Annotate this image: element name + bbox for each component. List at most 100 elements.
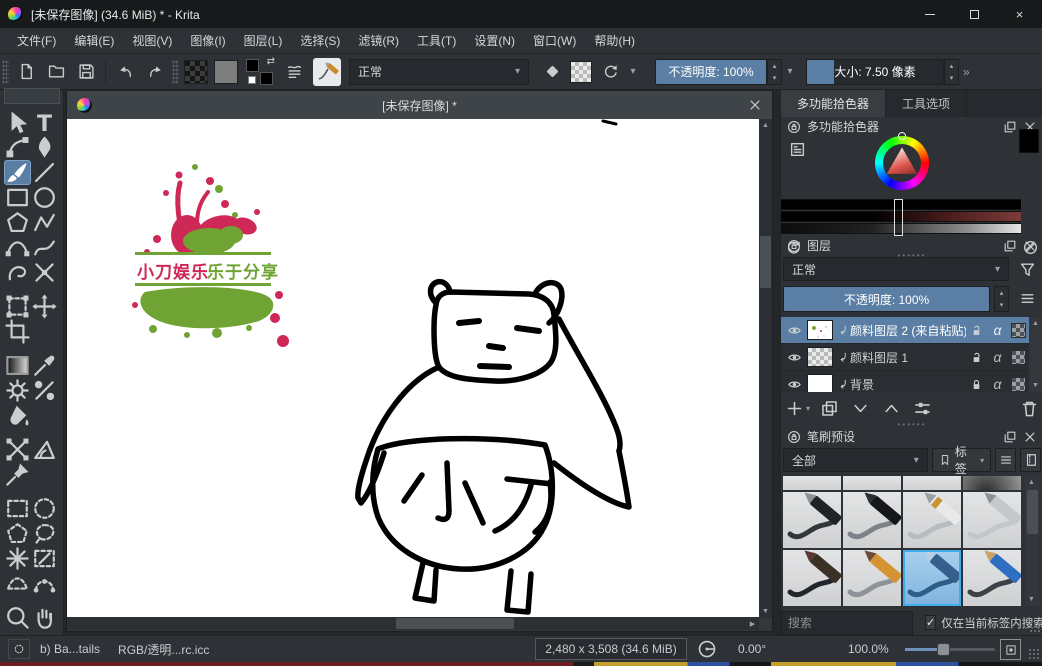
color-history-bars[interactable] (781, 199, 1021, 235)
pattern-chooser[interactable] (214, 60, 238, 84)
tool-pan[interactable] (31, 605, 58, 630)
layer-list-scrollbar[interactable]: ▲ ▼ (1029, 317, 1042, 392)
vertical-scrollbar[interactable]: ▲ ▼ (759, 119, 772, 618)
horizontal-scrollbar[interactable]: ▶ (67, 617, 759, 630)
tool-zoom[interactable] (4, 605, 31, 630)
toolbar-grip[interactable] (172, 60, 179, 84)
brush-preset-pencil-blue[interactable] (963, 550, 1021, 606)
layer-visibility-toggle[interactable] (781, 377, 807, 392)
docker-tab-0[interactable]: 多功能拾色器 (781, 90, 886, 117)
scroll-up-arrow[interactable]: ▲ (1029, 317, 1042, 330)
image-size-memory[interactable]: 2,480 x 3,508 (34.6 MiB) (535, 638, 687, 660)
brush-preset-paintbrush-dark[interactable] (783, 550, 841, 606)
tool-select-magic[interactable] (4, 546, 31, 571)
color-selector-settings-button[interactable] (787, 139, 807, 159)
edit-brush-settings-button[interactable] (279, 58, 309, 86)
add-layer-dropdown[interactable]: ▾ (806, 404, 810, 413)
brush-preset-pen-silver[interactable] (963, 492, 1021, 548)
maximize-button[interactable] (952, 0, 997, 28)
menu-item-7[interactable]: 工具(T) (408, 28, 465, 54)
docker-tab-1[interactable]: 工具选项 (886, 90, 967, 117)
menu-item-4[interactable]: 图层(L) (235, 28, 292, 54)
brush-search-input[interactable] (781, 611, 913, 635)
tool-select-bezier[interactable] (4, 571, 31, 596)
layer-thumbnail[interactable] (807, 320, 833, 340)
tool-smart-patch[interactable] (31, 378, 58, 403)
open-button[interactable] (41, 58, 71, 86)
brush-list-menu-button[interactable] (995, 448, 1016, 472)
eraser-mode-button[interactable] (537, 58, 567, 86)
zoom-slider[interactable] (905, 648, 995, 651)
tool-select-magnetic[interactable] (31, 571, 58, 596)
scroll-down-arrow[interactable]: ▼ (759, 605, 772, 618)
toolbox-drag-header[interactable] (4, 88, 60, 104)
tool-dynamic-brush[interactable] (4, 260, 31, 285)
layer-lock-toggle[interactable] (966, 378, 987, 391)
size-spinner[interactable]: ▴▾ (944, 59, 959, 85)
tool-text[interactable]: T (31, 110, 58, 135)
layer-name[interactable]: 背景 (850, 376, 966, 393)
menu-item-9[interactable]: 窗口(W) (524, 28, 585, 54)
subwindow-close-button[interactable] (746, 96, 764, 114)
layer-row-1[interactable]: 颜料图层 1α (781, 344, 1029, 371)
undo-button[interactable] (110, 58, 140, 86)
minimize-button[interactable] (907, 0, 952, 28)
hue-handle[interactable] (898, 132, 906, 140)
close-docker-icon[interactable] (1023, 239, 1037, 253)
menu-item-3[interactable]: 图像(I) (181, 28, 234, 54)
brush-preset-gel-pen-white[interactable] (903, 492, 961, 548)
brush-scroll-thumb[interactable] (1027, 490, 1038, 534)
tool-color-picker[interactable] (31, 353, 58, 378)
toolbar-overflow-button[interactable]: » (963, 65, 970, 79)
tool-rectangle[interactable] (4, 185, 31, 210)
canvas[interactable]: 小刀娱乐 乐于分享 (67, 119, 759, 618)
duplicate-layer-button[interactable] (820, 399, 839, 418)
tool-freehand-brush[interactable] (4, 160, 31, 185)
inherit-alpha-toggle[interactable] (1008, 377, 1029, 392)
delete-layer-button[interactable] (1020, 399, 1039, 418)
brush-preset-eraser-dots[interactable] (843, 476, 901, 490)
resize-grip[interactable] (1029, 621, 1041, 633)
brush-filter-dropdown[interactable]: 全部 ▾ (783, 448, 928, 472)
scroll-up-arrow[interactable]: ▲ (759, 119, 772, 132)
subwindow-title-bar[interactable]: [未保存图像] * (67, 91, 772, 119)
size-slider[interactable]: 大小: 7.50 像素 (806, 59, 944, 85)
scroll-right-arrow[interactable]: ▶ (746, 617, 759, 630)
tool-edit-shapes[interactable] (4, 135, 31, 160)
layer-lock-toggle[interactable] (966, 351, 987, 364)
menu-item-8[interactable]: 设置(N) (465, 28, 524, 54)
tool-select-freehand[interactable] (31, 521, 58, 546)
tool-freehand-path[interactable] (31, 235, 58, 260)
brush-preset-eraser-round[interactable] (783, 476, 841, 490)
brush-grid-scrollbar[interactable]: ▲ ▼ (1025, 476, 1039, 606)
layer-row-0[interactable]: 颜料图层 2 (来自粘贴)α (781, 317, 1029, 344)
canvas-angle-value[interactable]: 0.00° (738, 642, 766, 656)
layer-filter-button[interactable] (1013, 257, 1041, 281)
new-document-button[interactable] (11, 58, 41, 86)
move-layer-up-button[interactable] (882, 399, 901, 418)
horizontal-scroll-thumb[interactable] (396, 618, 514, 629)
blend-mode-dropdown[interactable]: 正常 ▾ (349, 59, 529, 85)
layer-opacity-spinner[interactable]: ▴▾ (994, 286, 1009, 312)
add-layer-button[interactable] (785, 399, 804, 418)
inherit-alpha-toggle[interactable] (1008, 323, 1029, 338)
canvas-rotation-dial[interactable] (697, 639, 717, 659)
inherit-alpha-toggle[interactable] (1008, 350, 1029, 365)
layer-opacity-slider[interactable]: 不透明度: 100% (783, 286, 990, 312)
tool-bezier-curve[interactable] (4, 235, 31, 260)
layer-thumbnail[interactable] (807, 374, 833, 392)
tool-select-rectangular[interactable] (4, 496, 31, 521)
brush-preset-eraser-band[interactable] (903, 476, 961, 490)
brush-preset-ink-pen-black[interactable] (783, 492, 841, 548)
color-bar-handle[interactable] (894, 199, 903, 236)
color-profile[interactable]: RGB/透明...rc.icc (118, 641, 209, 658)
alpha-lock-toggle[interactable]: α (987, 322, 1008, 338)
current-brush-name[interactable]: b) Ba...tails (40, 642, 100, 656)
selection-display-mode-button[interactable] (8, 639, 30, 659)
tool-fill[interactable] (4, 403, 31, 428)
close-button[interactable]: × (997, 0, 1042, 28)
tool-polygon[interactable] (4, 210, 31, 235)
tool-move[interactable] (31, 294, 58, 319)
float-docker-icon[interactable] (1003, 120, 1017, 134)
docker-lock-icon[interactable] (787, 430, 801, 444)
